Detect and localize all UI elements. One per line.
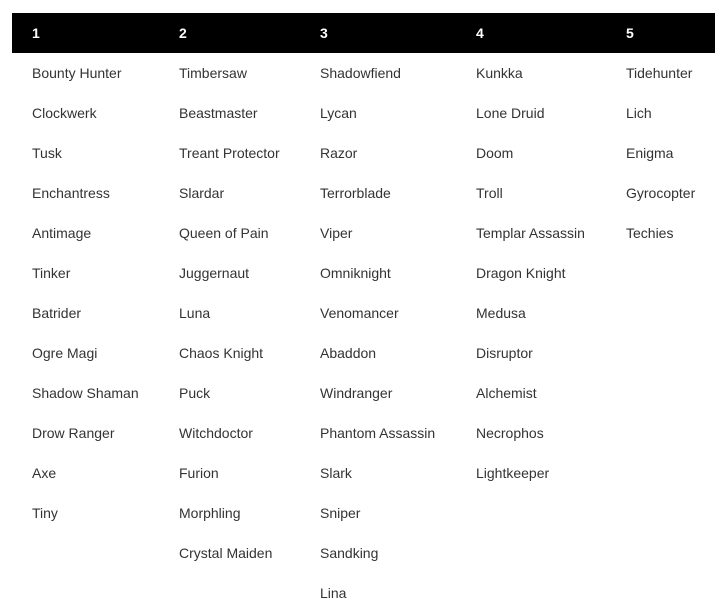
column-header-4: 4 xyxy=(456,13,606,53)
hero-cell: Abaddon xyxy=(320,345,377,361)
table-row: Drow Ranger Witchdoctor Phantom Assassin Ne… xyxy=(12,413,715,453)
hero-cell: Windranger xyxy=(320,385,393,401)
hero-cell: Venomancer xyxy=(320,305,399,321)
table-row: Ogre Magi Chaos Knight Abaddon Disruptor xyxy=(12,333,715,373)
hero-cell: Lina xyxy=(320,585,347,601)
hero-cell: Ogre Magi xyxy=(32,345,98,361)
hero-cell: Viper xyxy=(320,225,353,241)
hero-cell: Alchemist xyxy=(476,385,537,401)
table-row: Lina xyxy=(12,573,715,613)
column-header-5: 5 xyxy=(606,13,715,53)
hero-cell: Omniknight xyxy=(320,265,391,281)
hero-cell: Gyrocopter xyxy=(626,185,696,201)
hero-cell: Razor xyxy=(320,145,358,161)
hero-cell: Disruptor xyxy=(476,345,533,361)
hero-cell: Templar Assassin xyxy=(476,225,585,241)
hero-cell: Chaos Knight xyxy=(179,345,264,361)
hero-cell: Tidehunter xyxy=(626,65,693,81)
hero-cell: Necrophos xyxy=(476,425,544,441)
hero-cell: Batrider xyxy=(32,305,82,321)
table-row: Tinker Juggernaut Omniknight Dragon Knight xyxy=(12,253,715,293)
hero-cell: Terrorblade xyxy=(320,185,391,201)
hero-cell: Lightkeeper xyxy=(476,465,550,481)
table-row: Tusk Treant Protector Razor Doom Enigma xyxy=(12,133,715,173)
empty-cell xyxy=(12,533,159,573)
empty-cell xyxy=(606,413,715,453)
hero-tier-table: 1 2 3 4 5 Bounty Hunter Timbersaw Shadowfi… xyxy=(12,13,715,613)
hero-cell: Juggernaut xyxy=(179,265,250,281)
hero-cell: Drow Ranger xyxy=(32,425,115,441)
table-body: Bounty Hunter Timbersaw Shadowfiend Kunkka T… xyxy=(12,53,715,613)
hero-cell: Lycan xyxy=(320,105,357,121)
table-row: Antimage Queen of Pain Viper Templar Assass… xyxy=(12,213,715,253)
hero-cell: Crystal Maiden xyxy=(179,545,273,561)
hero-cell: Beastmaster xyxy=(179,105,258,121)
hero-cell: Puck xyxy=(179,385,211,401)
empty-cell xyxy=(606,293,715,333)
hero-cell: Enchantress xyxy=(32,185,110,201)
empty-cell xyxy=(159,573,300,613)
hero-cell: Tinker xyxy=(32,265,71,281)
hero-cell: Queen of Pain xyxy=(179,225,269,241)
hero-cell: Axe xyxy=(32,465,57,481)
table-row: Batrider Luna Venomancer Medusa xyxy=(12,293,715,333)
table-header: 1 2 3 4 5 xyxy=(12,13,715,53)
hero-cell: Antimage xyxy=(32,225,92,241)
table-row: Bounty Hunter Timbersaw Shadowfiend Kunkka T… xyxy=(12,53,715,93)
column-header-1: 1 xyxy=(12,13,159,53)
empty-cell xyxy=(606,533,715,573)
empty-cell xyxy=(456,573,606,613)
empty-cell xyxy=(12,573,159,613)
hero-cell: Tusk xyxy=(32,145,62,161)
empty-cell xyxy=(606,573,715,613)
column-header-3: 3 xyxy=(300,13,456,53)
hero-cell: Timbersaw xyxy=(179,65,247,81)
hero-cell: Medusa xyxy=(476,305,526,321)
empty-cell xyxy=(456,493,606,533)
hero-cell: Furion xyxy=(179,465,219,481)
hero-cell: Tiny xyxy=(32,505,58,521)
hero-cell: Morphling xyxy=(179,505,241,521)
hero-cell: Treant Protector xyxy=(179,145,280,161)
hero-cell: Sniper xyxy=(320,505,361,521)
empty-cell xyxy=(606,333,715,373)
hero-cell: Clockwerk xyxy=(32,105,97,121)
column-header-2: 2 xyxy=(159,13,300,53)
hero-cell: Shadow Shaman xyxy=(32,385,139,401)
hero-cell: Techies xyxy=(626,225,674,241)
hero-cell: Witchdoctor xyxy=(179,425,253,441)
hero-cell: Bounty Hunter xyxy=(32,65,122,81)
hero-cell: Dragon Knight xyxy=(476,265,566,281)
hero-cell: Slark xyxy=(320,465,352,481)
table-row: Axe Furion Slark Lightkeeper xyxy=(12,453,715,493)
hero-cell: Phantom Assassin xyxy=(320,425,436,441)
hero-cell: Kunkka xyxy=(476,65,523,81)
hero-cell: Luna xyxy=(179,305,211,321)
empty-cell xyxy=(606,453,715,493)
table-row: Clockwerk Beastmaster Lycan Lone Druid Lich xyxy=(12,93,715,133)
table-row: Tiny Morphling Sniper xyxy=(12,493,715,533)
empty-cell xyxy=(606,253,715,293)
header-row: 1 2 3 4 5 xyxy=(12,13,715,53)
hero-cell: Slardar xyxy=(179,185,225,201)
empty-cell xyxy=(606,493,715,533)
empty-cell xyxy=(456,533,606,573)
hero-cell: Shadowfiend xyxy=(320,65,401,81)
table-row: Shadow Shaman Puck Windranger Alchemist xyxy=(12,373,715,413)
table-row: Enchantress Slardar Terrorblade Troll Gyroco… xyxy=(12,173,715,213)
hero-cell: Doom xyxy=(476,145,514,161)
hero-cell: Troll xyxy=(476,185,503,201)
hero-cell: Enigma xyxy=(626,145,674,161)
empty-cell xyxy=(606,373,715,413)
table-row: Crystal Maiden Sandking xyxy=(12,533,715,573)
hero-cell: Lich xyxy=(626,105,652,121)
hero-cell: Lone Druid xyxy=(476,105,545,121)
hero-cell: Sandking xyxy=(320,545,379,561)
